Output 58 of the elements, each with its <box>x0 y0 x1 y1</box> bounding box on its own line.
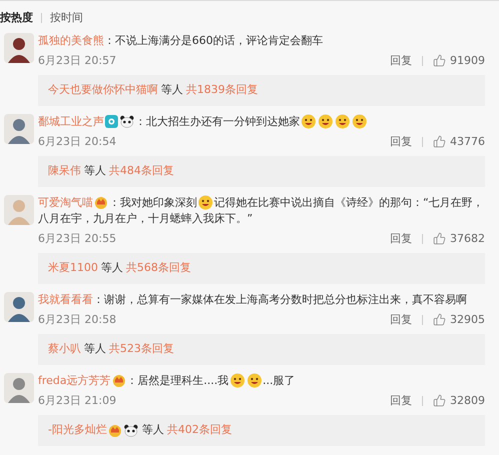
comment-time: 6月23日 20:55 <box>38 230 116 246</box>
comment-text: freda远方芳芳 ：居然是理科生....我 ...服了 <box>38 372 296 388</box>
like-count: 32809 <box>450 392 485 408</box>
emoji-icon <box>352 114 367 129</box>
panda-icon <box>120 114 134 128</box>
like-icon[interactable] <box>433 313 446 326</box>
comment-time: 6月23日 20:58 <box>38 312 116 328</box>
comment-text: 鄱城工业之声 ：北大招生办还有一分钟到达她家 <box>38 114 485 130</box>
like-count: 91909 <box>450 52 485 68</box>
avatar[interactable] <box>4 32 34 62</box>
like-count: 32905 <box>450 312 485 328</box>
avatar[interactable] <box>4 292 34 322</box>
emoji-icon <box>301 114 316 129</box>
reply-link[interactable]: 回复 <box>390 52 412 69</box>
reply-count-link[interactable]: 共523条回复 <box>109 341 174 358</box>
crown-badge-icon <box>94 196 108 209</box>
crown-badge-icon <box>112 374 126 387</box>
comment-text: 孤独的美食熊：不说上海满分是660的话，评论肯定会翻车 <box>38 32 324 48</box>
reply-link[interactable]: 回复 <box>390 230 412 247</box>
like-icon[interactable] <box>433 54 446 68</box>
panda-icon <box>124 424 138 437</box>
like-icon[interactable] <box>433 135 446 148</box>
reply-count-link[interactable]: 共1839条回复 <box>186 82 258 98</box>
comment-time: 6月23日 20:54 <box>38 134 116 150</box>
like-icon[interactable] <box>433 232 446 246</box>
eye-badge-icon <box>105 114 118 128</box>
reply-link[interactable]: 回复 <box>390 392 412 409</box>
reply-link[interactable]: 回复 <box>390 312 412 328</box>
like-icon[interactable] <box>433 394 446 408</box>
reply-suffix: 等人 <box>142 422 164 438</box>
reply-count-link[interactable]: 共568条回复 <box>126 260 191 276</box>
sort-tab[interactable]: 按热度 <box>0 10 33 26</box>
reply-link[interactable]: 回复 <box>390 134 412 150</box>
emoji-icon <box>335 114 350 129</box>
comment-text: 我就看看看：谢谢，总算有一家媒体在发上海高考分数时把总分也标注出来，真不容易啊 <box>38 292 468 308</box>
like-count: 43776 <box>450 134 485 150</box>
reply-suffix: 等人 <box>161 82 183 98</box>
reply-users[interactable]: 陳呆伟 <box>48 163 81 180</box>
emoji-icon <box>318 114 333 129</box>
comment-text: 可爱淘气喵 ：我对她印象深刻 记得她在比赛中说出摘自《诗经》的那句：“七月在野，八月在宇，九月在户，十月蟋蟀入我床下。” <box>38 194 485 226</box>
reply-suffix: 等人 <box>84 341 106 357</box>
comment-time: 6月23日 20:57 <box>38 52 116 68</box>
emoji-icon <box>246 372 262 388</box>
reply-suffix: 等人 <box>84 163 106 179</box>
crown-badge-icon <box>108 424 122 437</box>
reply-users[interactable]: 蔡小叭 <box>48 341 81 358</box>
emoji-icon <box>230 372 245 388</box>
reply-count-link[interactable]: 共402条回复 <box>166 422 232 438</box>
reply-count-link[interactable]: 共484条回复 <box>109 163 174 180</box>
avatar[interactable] <box>4 114 34 144</box>
sort-tab[interactable]: 按时间 <box>50 10 83 26</box>
like-count: 37682 <box>450 230 485 246</box>
comment-time: 6月23日 21:09 <box>38 392 116 408</box>
reply-users[interactable]: 米夏1100 <box>48 260 98 276</box>
reply-users[interactable]: 今天也要做你怀中猫啊 <box>48 82 158 98</box>
emoji-icon <box>198 194 213 210</box>
reply-users[interactable]: -阳光多灿烂 <box>48 422 107 438</box>
reply-suffix: 等人 <box>101 260 123 276</box>
